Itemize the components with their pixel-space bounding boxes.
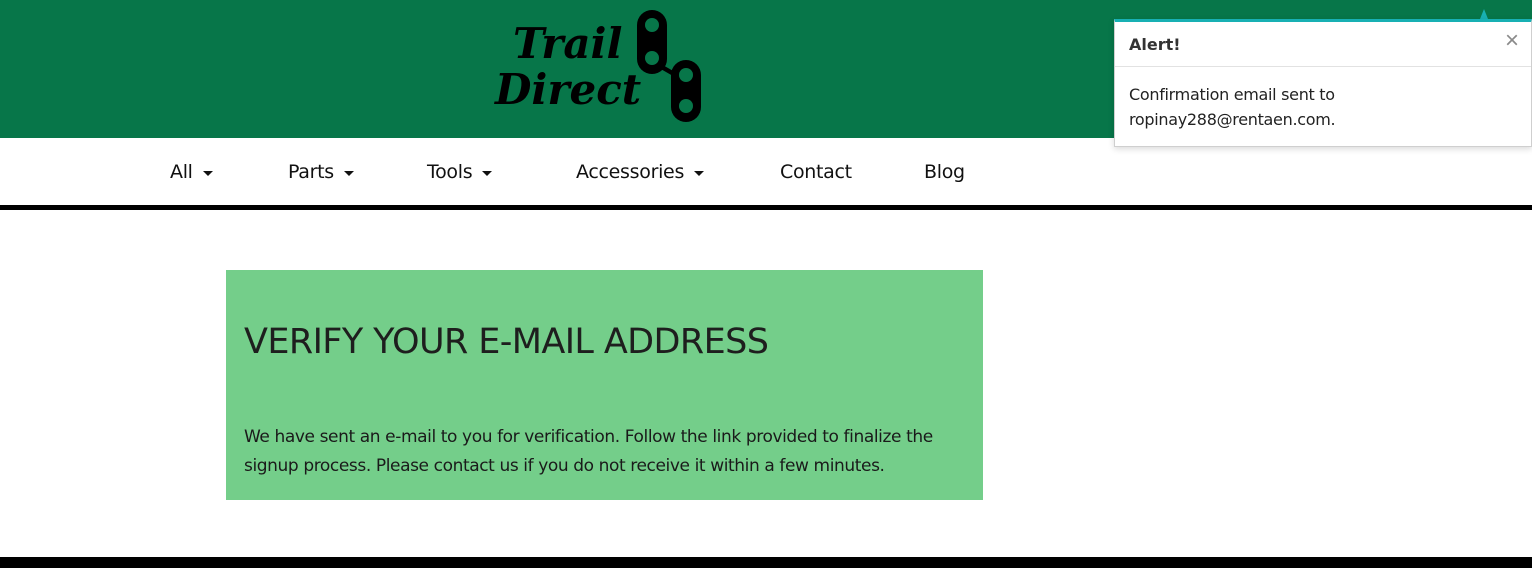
nav-item-parts[interactable]: Parts (288, 158, 354, 186)
logo-text-line1: Trail (513, 19, 622, 68)
nav-item-accessories[interactable]: Accessories (576, 158, 705, 186)
main-nav: All Parts Tools Accessories Contact Blog (0, 138, 1532, 206)
nav-item-blog[interactable]: Blog (924, 158, 965, 186)
caret-down-icon (694, 170, 705, 176)
alert-title: Alert! (1129, 35, 1181, 54)
nav-item-label: Parts (288, 161, 334, 183)
verify-message: We have sent an e-mail to you for verifi… (244, 427, 933, 476)
caret-down-icon (202, 170, 213, 176)
close-icon[interactable]: × (1505, 29, 1519, 53)
nav-item-all[interactable]: All (170, 158, 213, 186)
nav-divider (0, 205, 1532, 210)
nav-item-label: Contact (780, 161, 852, 183)
nav-item-label: Tools (427, 161, 473, 183)
footer-bar (0, 557, 1532, 568)
alert-toast: Alert! × Confirmation email sent to ropi… (1114, 19, 1532, 147)
nav-item-label: Blog (924, 161, 965, 183)
page-title: VERIFY YOUR E-MAIL ADDRESS (244, 322, 769, 362)
caret-down-icon (343, 170, 354, 176)
nav-item-tools[interactable]: Tools (427, 158, 493, 186)
nav-item-label: All (170, 161, 193, 183)
nav-item-contact[interactable]: Contact (780, 158, 852, 186)
alert-header: Alert! × (1115, 22, 1531, 67)
trail-direct-logo[interactable]: Trail Direct (493, 6, 705, 124)
chain-link-icon (637, 10, 701, 122)
alert-message: Confirmation email sent to ropinay288@re… (1129, 85, 1336, 129)
notification-arrow-icon (1480, 9, 1488, 19)
logo-text-line2: Direct (494, 65, 641, 114)
caret-down-icon (482, 170, 493, 176)
verify-email-card: VERIFY YOUR E-MAIL ADDRESS We have sent … (226, 270, 983, 500)
nav-item-label: Accessories (576, 161, 685, 183)
